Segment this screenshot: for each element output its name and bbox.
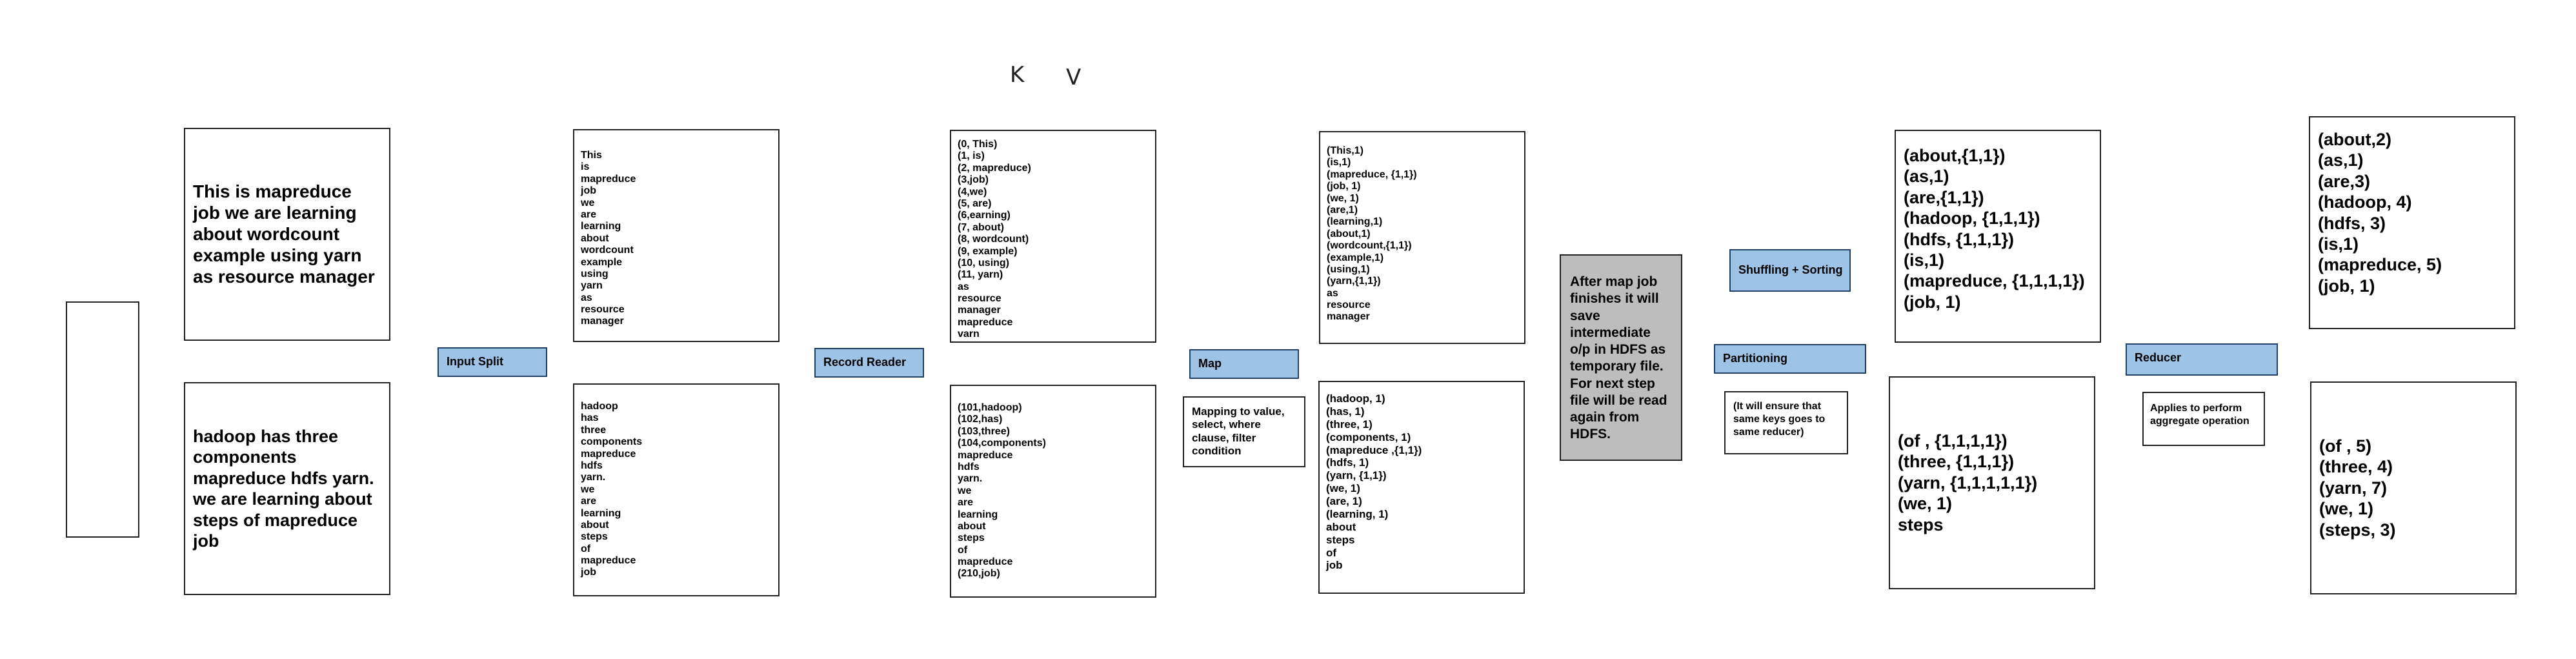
split-output-2: hadoop has three components mapreduce hd… <box>573 383 780 596</box>
map-output-1: (This,1) (is,1) (mapreduce, {1,1}) (job,… <box>1319 131 1525 344</box>
input-document-2: hadoop has three components mapreduce hd… <box>184 382 390 595</box>
map-note: Mapping to value, select, where clause, … <box>1183 396 1305 467</box>
key-annotation: K <box>1010 62 1025 88</box>
partitioning-note: (It will ensure that same keys goes to s… <box>1724 391 1848 454</box>
reducer-label: Reducer <box>2126 343 2278 376</box>
record-reader-label: Record Reader <box>814 348 924 378</box>
split-output-1: This is mapreduce job we are learning ab… <box>573 129 780 342</box>
map-label: Map <box>1189 349 1299 379</box>
shuffle-sort-label: Shuffling + Sorting <box>1729 249 1851 292</box>
value-annotation: V <box>1066 65 1082 90</box>
partitioning-label: Partitioning <box>1714 344 1866 374</box>
intermediate-storage-note: After map job finishes it will save inte… <box>1560 254 1682 461</box>
reducer-output-2: (of , 5) (three, 4) (yarn, 7) (we, 1) (s… <box>2310 381 2517 594</box>
reducer-note: Applies to perform aggregate operation <box>2142 392 2265 446</box>
record-reader-output-1: (0, This) (1, is) (2, mapreduce) (3,job)… <box>950 130 1156 343</box>
input-document-1: This is mapreduce job we are learning ab… <box>184 128 390 341</box>
map-output-2: (hadoop, 1) (has, 1) (three, 1) (compone… <box>1318 381 1525 594</box>
input-split-label: Input Split <box>438 347 547 377</box>
reducer-output-1: (about,2) (as,1) (are,3) (hadoop, 4) (hd… <box>2309 116 2515 329</box>
shuffle-output-2: (of , {1,1,1,1}) (three, {1,1,1}) (yarn,… <box>1889 376 2095 589</box>
record-reader-output-2: (101,hadoop) (102,has) (103,three) (104,… <box>950 385 1156 598</box>
shuffle-output-1: (about,{1,1}) (as,1) (are,{1,1}) (hadoop… <box>1895 130 2101 343</box>
input-file-box <box>66 301 139 538</box>
